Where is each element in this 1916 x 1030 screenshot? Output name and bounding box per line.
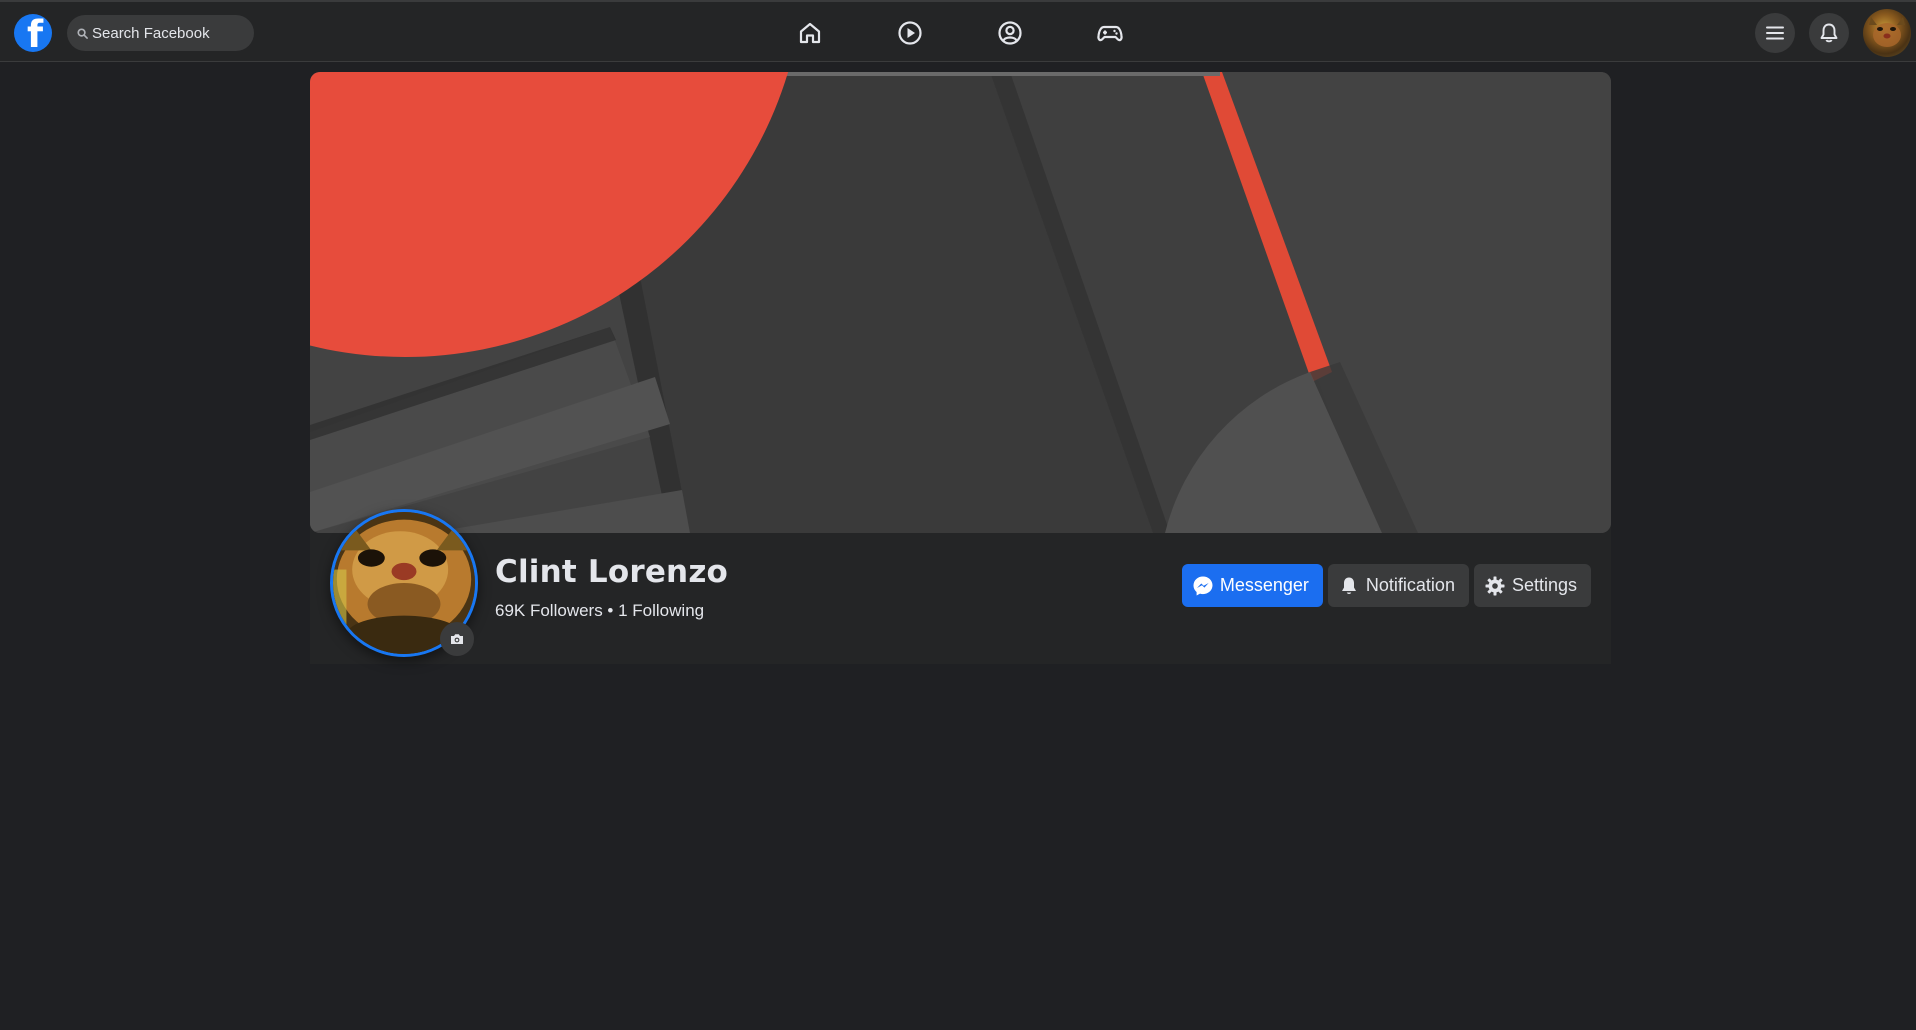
account-controls <box>1755 2 1916 64</box>
home-icon <box>799 22 821 44</box>
profile-name: Clint Lorenzo <box>495 554 729 590</box>
nav-watch[interactable] <box>860 2 960 64</box>
gear-icon <box>1485 576 1505 595</box>
menu-icon <box>1766 26 1784 40</box>
camera-icon <box>451 634 463 644</box>
notification-label: Notification <box>1365 575 1455 595</box>
notification-button[interactable]: Notification <box>1327 564 1469 607</box>
gaming-icon <box>1097 25 1123 42</box>
profile-stats[interactable]: 69K Followers • 1 Following <box>495 601 704 621</box>
menu-button[interactable] <box>1755 13 1795 53</box>
avatar-image <box>1869 17 1905 47</box>
notifications-button[interactable] <box>1809 13 1849 53</box>
messenger-label: Messenger <box>1219 575 1309 595</box>
messenger-icon <box>1193 576 1213 595</box>
change-avatar-button[interactable] <box>440 622 474 656</box>
search-icon <box>77 27 88 39</box>
cover-photo[interactable] <box>310 72 1611 533</box>
main-nav <box>760 2 1160 64</box>
profile-icon <box>998 21 1022 45</box>
nav-home[interactable] <box>760 2 860 64</box>
cover-artwork <box>310 72 1611 533</box>
bell-icon <box>1341 577 1356 594</box>
top-navigation-bar: f <box>0 0 1916 62</box>
profile-actions: Messenger Notification Settings <box>1181 564 1591 607</box>
facebook-logo[interactable]: f <box>14 14 52 52</box>
search-box[interactable] <box>67 15 254 51</box>
nav-gaming[interactable] <box>1060 2 1160 64</box>
profile-header: Clint Lorenzo 69K Followers • 1 Followin… <box>310 72 1611 664</box>
nav-profile[interactable] <box>960 2 1060 64</box>
settings-button[interactable]: Settings <box>1473 564 1591 607</box>
bell-icon <box>1820 23 1838 43</box>
watch-icon <box>898 21 922 45</box>
search-input[interactable] <box>92 24 242 42</box>
settings-label: Settings <box>1511 575 1577 595</box>
facebook-logo-letter: f <box>26 14 44 52</box>
account-avatar[interactable] <box>1863 9 1911 57</box>
messenger-button[interactable]: Messenger <box>1181 564 1323 607</box>
